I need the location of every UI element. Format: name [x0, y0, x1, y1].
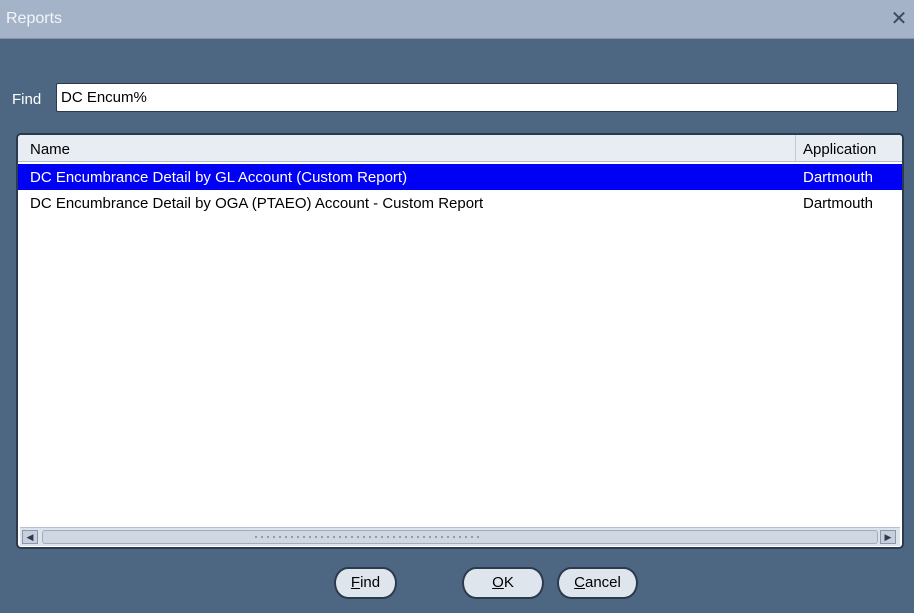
column-header-application[interactable]: Application: [803, 141, 876, 158]
find-label: Find: [12, 91, 42, 108]
close-icon[interactable]: ✕: [888, 8, 910, 30]
window-title: Reports: [6, 10, 63, 27]
row-application: Dartmouth: [803, 169, 874, 186]
find-button[interactable]: Find: [334, 567, 397, 599]
row-application: Dartmouth: [803, 195, 874, 212]
row-name: DC Encumbrance Detail by OGA (PTAEO) Acc…: [30, 195, 484, 212]
column-divider[interactable]: [795, 135, 796, 161]
cancel-button[interactable]: Cancel: [557, 567, 638, 599]
reports-list: Name Application DC Encumbrance Detail b…: [16, 133, 904, 549]
arrow-left-icon[interactable]: ◀: [22, 530, 38, 544]
title-bar: Reports ✕: [0, 0, 914, 39]
list-row-selected[interactable]: DC Encumbrance Detail by GL Account (Cus…: [18, 164, 902, 190]
horizontal-scrollbar[interactable]: ◀ ▶: [20, 527, 900, 546]
ok-button-mnemonic: O: [492, 574, 504, 591]
cancel-button-mnemonic: C: [574, 574, 585, 591]
arrow-right-icon[interactable]: ▶: [880, 530, 896, 544]
list-header: Name Application: [18, 135, 902, 162]
list-row[interactable]: DC Encumbrance Detail by OGA (PTAEO) Acc…: [18, 190, 902, 216]
ok-button-label: K: [503, 574, 514, 591]
row-name: DC Encumbrance Detail by GL Account (Cus…: [30, 169, 408, 186]
scrollbar-thumb[interactable]: [42, 530, 878, 544]
grip-icon: [253, 535, 483, 539]
find-button-mnemonic: F: [350, 574, 361, 591]
find-button-label: ind: [360, 574, 381, 591]
find-input[interactable]: [56, 83, 898, 112]
cancel-button-label: ancel: [584, 574, 621, 591]
ok-button[interactable]: OK: [462, 567, 544, 599]
column-header-name[interactable]: Name: [30, 141, 70, 158]
